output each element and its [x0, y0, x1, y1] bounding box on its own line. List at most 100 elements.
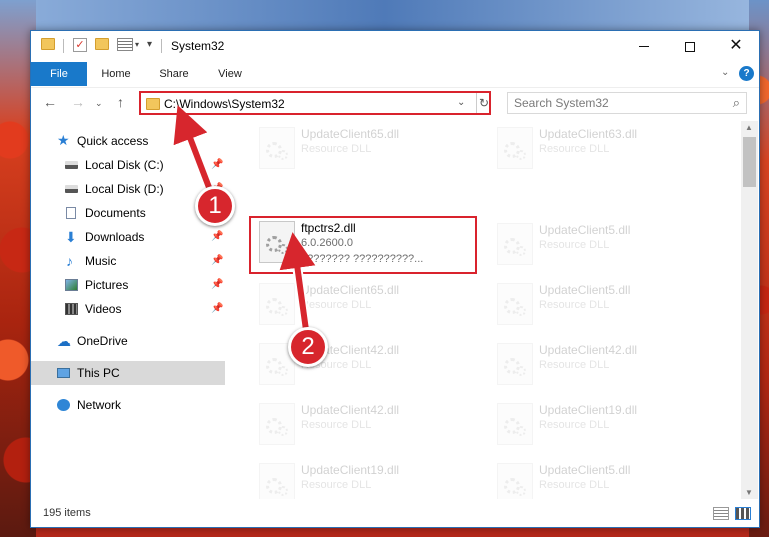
minimize-button[interactable]: [621, 31, 667, 61]
file-type: Resource DLL: [539, 239, 610, 251]
tab-share[interactable]: Share: [151, 62, 197, 86]
dll-file-icon: [259, 127, 295, 169]
file-type: Resource DLL: [301, 143, 372, 155]
sidebar-item-downloads[interactable]: ⬇ Downloads 📌: [31, 225, 225, 249]
highlight-box: [249, 216, 477, 274]
dll-file-icon: [259, 403, 295, 445]
sidebar-item-videos[interactable]: Videos 📌: [31, 297, 225, 321]
window-title: System32: [171, 39, 225, 53]
file-type: Resource DLL: [301, 299, 372, 311]
file-item[interactable]: UpdateClient42.dll Resource DLL: [251, 339, 471, 395]
onedrive-icon: ☁: [57, 333, 71, 349]
file-type: Resource DLL: [539, 419, 610, 431]
music-icon: ♪: [66, 253, 73, 269]
sidebar-item-pictures[interactable]: Pictures 📌: [31, 273, 225, 297]
tab-view[interactable]: View: [207, 62, 253, 86]
up-arrow-icon[interactable]: ↑: [117, 94, 124, 110]
sidebar-item-network[interactable]: Network: [31, 393, 225, 417]
tab-file[interactable]: File: [31, 62, 87, 86]
file-item[interactable]: UpdateClient5.dll Resource DLL: [489, 219, 709, 275]
sidebar-item-onedrive[interactable]: ☁ OneDrive: [31, 329, 225, 353]
large-icons-view-icon[interactable]: [735, 507, 751, 520]
item-count: 195 items: [43, 507, 91, 519]
drive-icon: [65, 185, 78, 193]
file-name: UpdateClient42.dll: [539, 343, 638, 357]
file-item[interactable]: UpdateClient19.dll Resource DLL: [489, 399, 709, 455]
file-name: UpdateClient5.dll: [539, 223, 631, 237]
drive-icon: [65, 161, 78, 169]
documents-icon: [66, 207, 76, 219]
chevron-down-icon[interactable]: ▾: [135, 40, 139, 49]
navigation-bar: ← → ⌄ ↑ C:\Windows\System32 ⌄ ↻ ⌕: [31, 87, 759, 119]
scroll-thumb[interactable]: [743, 137, 756, 187]
sidebar-item-label: Local Disk (D:): [85, 182, 164, 196]
sidebar-item-label: Downloads: [85, 230, 145, 244]
maximize-button[interactable]: [667, 31, 713, 61]
sidebar-item-local-disk-c[interactable]: Local Disk (C:) 📌: [31, 153, 225, 177]
refresh-icon[interactable]: ↻: [476, 93, 491, 113]
close-button[interactable]: ✕: [713, 31, 759, 61]
sidebar-item-this-pc[interactable]: This PC: [31, 361, 225, 385]
search-input[interactable]: [514, 96, 714, 110]
file-name: UpdateClient42.dll: [301, 403, 400, 417]
sidebar-item-quick-access[interactable]: ★ Quick access: [31, 129, 225, 153]
search-box[interactable]: ⌕: [507, 92, 747, 114]
details-view-icon[interactable]: [713, 507, 729, 520]
pictures-icon: [65, 279, 78, 291]
file-explorer-window: ✓ ▾ ▾ System32 ✕ File Home Share View ⌄ …: [30, 30, 760, 528]
file-type: Resource DLL: [539, 479, 610, 491]
file-item[interactable]: UpdateClient5.dll Resource DLL: [489, 279, 709, 335]
star-icon: ★: [57, 132, 70, 148]
expand-ribbon-icon[interactable]: ⌄: [721, 67, 729, 78]
toolbar-separator: [63, 39, 64, 53]
sidebar-item-music[interactable]: ♪ Music 📌: [31, 249, 225, 273]
file-name: UpdateClient63.dll: [539, 127, 638, 141]
file-type: Resource DLL: [301, 419, 372, 431]
file-type: Resource DLL: [539, 299, 610, 311]
search-icon[interactable]: ⌕: [733, 95, 740, 111]
close-icon: ✕: [729, 37, 743, 54]
help-icon[interactable]: ?: [739, 66, 754, 81]
address-bar[interactable]: C:\Windows\System32 ⌄ ↻: [139, 91, 491, 115]
view-options-icon[interactable]: [117, 38, 133, 51]
address-path[interactable]: C:\Windows\System32: [164, 97, 285, 111]
pin-icon: 📌: [211, 303, 224, 314]
sidebar-item-label: Local Disk (C:): [85, 158, 164, 172]
recent-locations-chevron-icon[interactable]: ⌄: [95, 98, 103, 109]
file-name: UpdateClient19.dll: [539, 403, 638, 417]
dll-file-icon: [497, 403, 533, 445]
new-folder-icon[interactable]: [95, 38, 109, 50]
back-arrow-icon[interactable]: ←: [43, 94, 57, 110]
folder-icon: [41, 38, 55, 50]
ribbon-tabs: File Home Share View ⌄ ?: [31, 62, 759, 86]
file-item[interactable]: UpdateClient19.dll Resource DLL: [251, 459, 471, 499]
file-item[interactable]: UpdateClient65.dll Resource DLL: [251, 279, 471, 335]
file-item[interactable]: UpdateClient63.dll Resource DLL: [489, 123, 709, 179]
forward-arrow-icon[interactable]: →: [71, 94, 85, 110]
properties-check-icon[interactable]: ✓: [73, 38, 87, 52]
sidebar-item-label: Documents: [85, 206, 146, 220]
title-bar: ✓ ▾ ▾ System32 ✕: [31, 31, 759, 62]
scroll-up-icon[interactable]: ▲: [745, 123, 753, 132]
file-name: UpdateClient19.dll: [301, 463, 400, 477]
file-item[interactable]: UpdateClient65.dll Resource DLL: [251, 123, 471, 179]
file-item[interactable]: UpdateClient5.dll Resource DLL: [489, 459, 709, 499]
scroll-down-icon[interactable]: ▼: [745, 488, 753, 497]
file-item[interactable]: UpdateClient42.dll Resource DLL: [489, 339, 709, 395]
address-dropdown-icon[interactable]: ⌄: [457, 97, 465, 108]
step-1-badge: 1: [195, 186, 235, 226]
vertical-scrollbar[interactable]: ▲ ▼: [741, 121, 758, 499]
file-item[interactable]: UpdateClient42.dll Resource DLL: [251, 399, 471, 455]
file-name: UpdateClient65.dll: [301, 127, 400, 141]
pin-icon: 📌: [211, 231, 224, 242]
tab-home[interactable]: Home: [93, 62, 139, 86]
toolbar-separator: [161, 39, 162, 53]
videos-icon: [65, 303, 78, 315]
step-2-badge: 2: [288, 327, 328, 367]
pin-icon: 📌: [211, 159, 224, 170]
file-type: Resource DLL: [539, 359, 610, 371]
dll-file-icon: [497, 343, 533, 385]
sidebar-item-label: Pictures: [85, 278, 129, 292]
sidebar-item-label: Network: [77, 398, 122, 412]
customize-toolbar-icon[interactable]: ▾: [147, 39, 152, 50]
